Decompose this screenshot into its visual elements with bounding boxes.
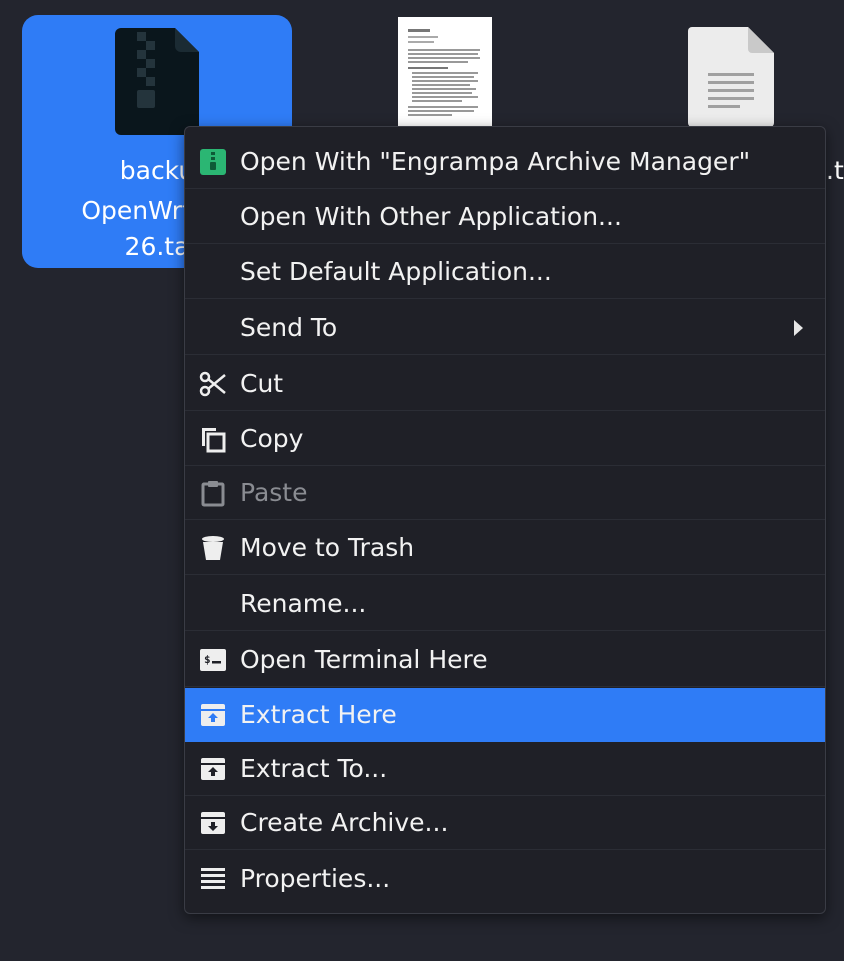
menu-item-label: Rename... xyxy=(240,589,367,618)
menu-item-label: Open With "Engrampa Archive Manager" xyxy=(240,147,751,176)
scissors-icon xyxy=(199,370,227,398)
menu-item-open-with-other[interactable]: Open With Other Application... xyxy=(185,190,825,244)
svg-text:$: $ xyxy=(204,653,211,666)
menu-item-label: Copy xyxy=(240,424,304,453)
text-file-label: .t xyxy=(826,156,844,185)
menu-item-cut[interactable]: Cut xyxy=(185,357,825,411)
menu-item-label: Move to Trash xyxy=(240,533,415,562)
menu-item-label: Create Archive... xyxy=(240,808,449,837)
menu-item-open-terminal[interactable]: $ Open Terminal Here xyxy=(185,633,825,687)
copy-icon xyxy=(199,425,227,453)
menu-item-label: Send To xyxy=(240,313,338,342)
menu-item-label: Extract Here xyxy=(240,700,397,729)
engrampa-icon xyxy=(199,148,227,176)
text-document-icon xyxy=(688,27,774,127)
document-thumbnail-icon xyxy=(398,17,492,127)
menu-item-label: Extract To... xyxy=(240,754,388,783)
menu-item-send-to[interactable]: Send To xyxy=(185,301,825,355)
menu-item-properties[interactable]: Properties... xyxy=(185,851,825,905)
extract-icon xyxy=(199,755,227,783)
terminal-icon: $ xyxy=(199,646,227,674)
menu-item-paste[interactable]: Paste xyxy=(185,466,825,520)
archive-create-icon xyxy=(199,809,227,837)
menu-item-label: Cut xyxy=(240,369,284,398)
menu-item-label: Open Terminal Here xyxy=(240,645,488,674)
desktop[interactable]: backu OpenWrt-20 26.ta .t Open With "Eng… xyxy=(0,0,844,961)
list-icon xyxy=(199,864,227,892)
menu-item-label: Paste xyxy=(240,478,308,507)
extract-icon xyxy=(199,701,227,729)
clipboard-icon xyxy=(199,479,227,507)
menu-item-extract-to[interactable]: Extract To... xyxy=(185,742,825,796)
menu-item-set-default[interactable]: Set Default Application... xyxy=(185,245,825,299)
trash-icon xyxy=(199,534,227,562)
menu-item-rename[interactable]: Rename... xyxy=(185,577,825,631)
menu-item-label: Open With Other Application... xyxy=(240,202,622,231)
menu-item-label: Properties... xyxy=(240,863,391,893)
menu-item-move-to-trash[interactable]: Move to Trash xyxy=(185,521,825,575)
menu-item-label: Set Default Application... xyxy=(240,257,552,286)
submenu-arrow-icon xyxy=(794,319,803,336)
menu-item-copy[interactable]: Copy xyxy=(185,412,825,466)
menu-item-create-archive[interactable]: Create Archive... xyxy=(185,796,825,850)
menu-item-open-with-engrampa[interactable]: Open With "Engrampa Archive Manager" xyxy=(185,135,825,189)
text-file-icon[interactable] xyxy=(688,27,774,127)
menu-item-extract-here[interactable]: Extract Here xyxy=(185,688,825,742)
zip-archive-icon xyxy=(115,28,199,135)
document-file-icon[interactable] xyxy=(398,17,492,127)
context-menu: Open With "Engrampa Archive Manager" Ope… xyxy=(184,126,826,914)
